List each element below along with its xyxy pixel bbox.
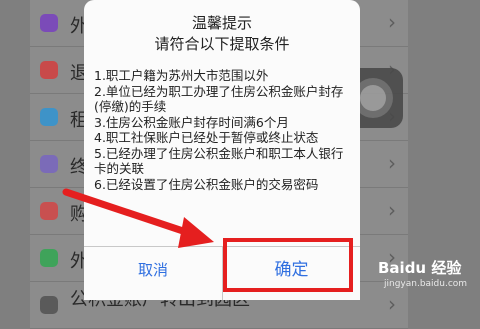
condition-item: 6.已经设置了住房公积金账户的交易密码: [94, 176, 319, 192]
condition-item: 5.已经办理了住房公积金账户和职工本人银行卡的关联: [94, 145, 344, 177]
list-item-icon: [40, 108, 58, 126]
chevron-right-icon: ›: [388, 198, 396, 222]
condition-item: 3.住房公积金账户封存时间满6个月: [94, 114, 289, 130]
condition-item: 4.职工社保账户已经处于暂停或终止状态: [94, 130, 319, 145]
cancel-button[interactable]: 取消: [84, 247, 222, 293]
list-item-icon: [40, 155, 58, 173]
dialog-subtitle: 请符合以下提取条件: [154, 35, 290, 53]
list-item-icon: [40, 14, 58, 32]
dialog-title: 温馨提示: [191, 14, 252, 32]
list-item-icon: [40, 249, 58, 267]
chevron-right-icon: ›: [388, 151, 396, 175]
chevron-right-icon: ›: [388, 292, 396, 316]
watermark-url: jingyan.baidu.com: [384, 279, 468, 289]
watermark: Baidu 经验 jingyan.baidu.com: [378, 255, 478, 295]
condition-item: 2.单位已经为职工办理了住房公积金账户封存(停缴)的手续: [94, 83, 344, 115]
conditions-list: 1.职工户籍为苏州大市范围以外 2.单位已经为职工办理了住房公积金账户封存(停缴…: [94, 68, 344, 192]
annotation-highlight-box: [223, 238, 353, 292]
list-item-icon: [40, 296, 58, 314]
baidu-jingyan-logo: Baidu 经验: [378, 259, 462, 277]
chevron-right-icon: ›: [388, 10, 396, 34]
list-item-icon: [40, 61, 58, 79]
list-item-icon: [40, 202, 58, 220]
condition-item: 1.职工户籍为苏州大市范围以外: [94, 68, 269, 83]
